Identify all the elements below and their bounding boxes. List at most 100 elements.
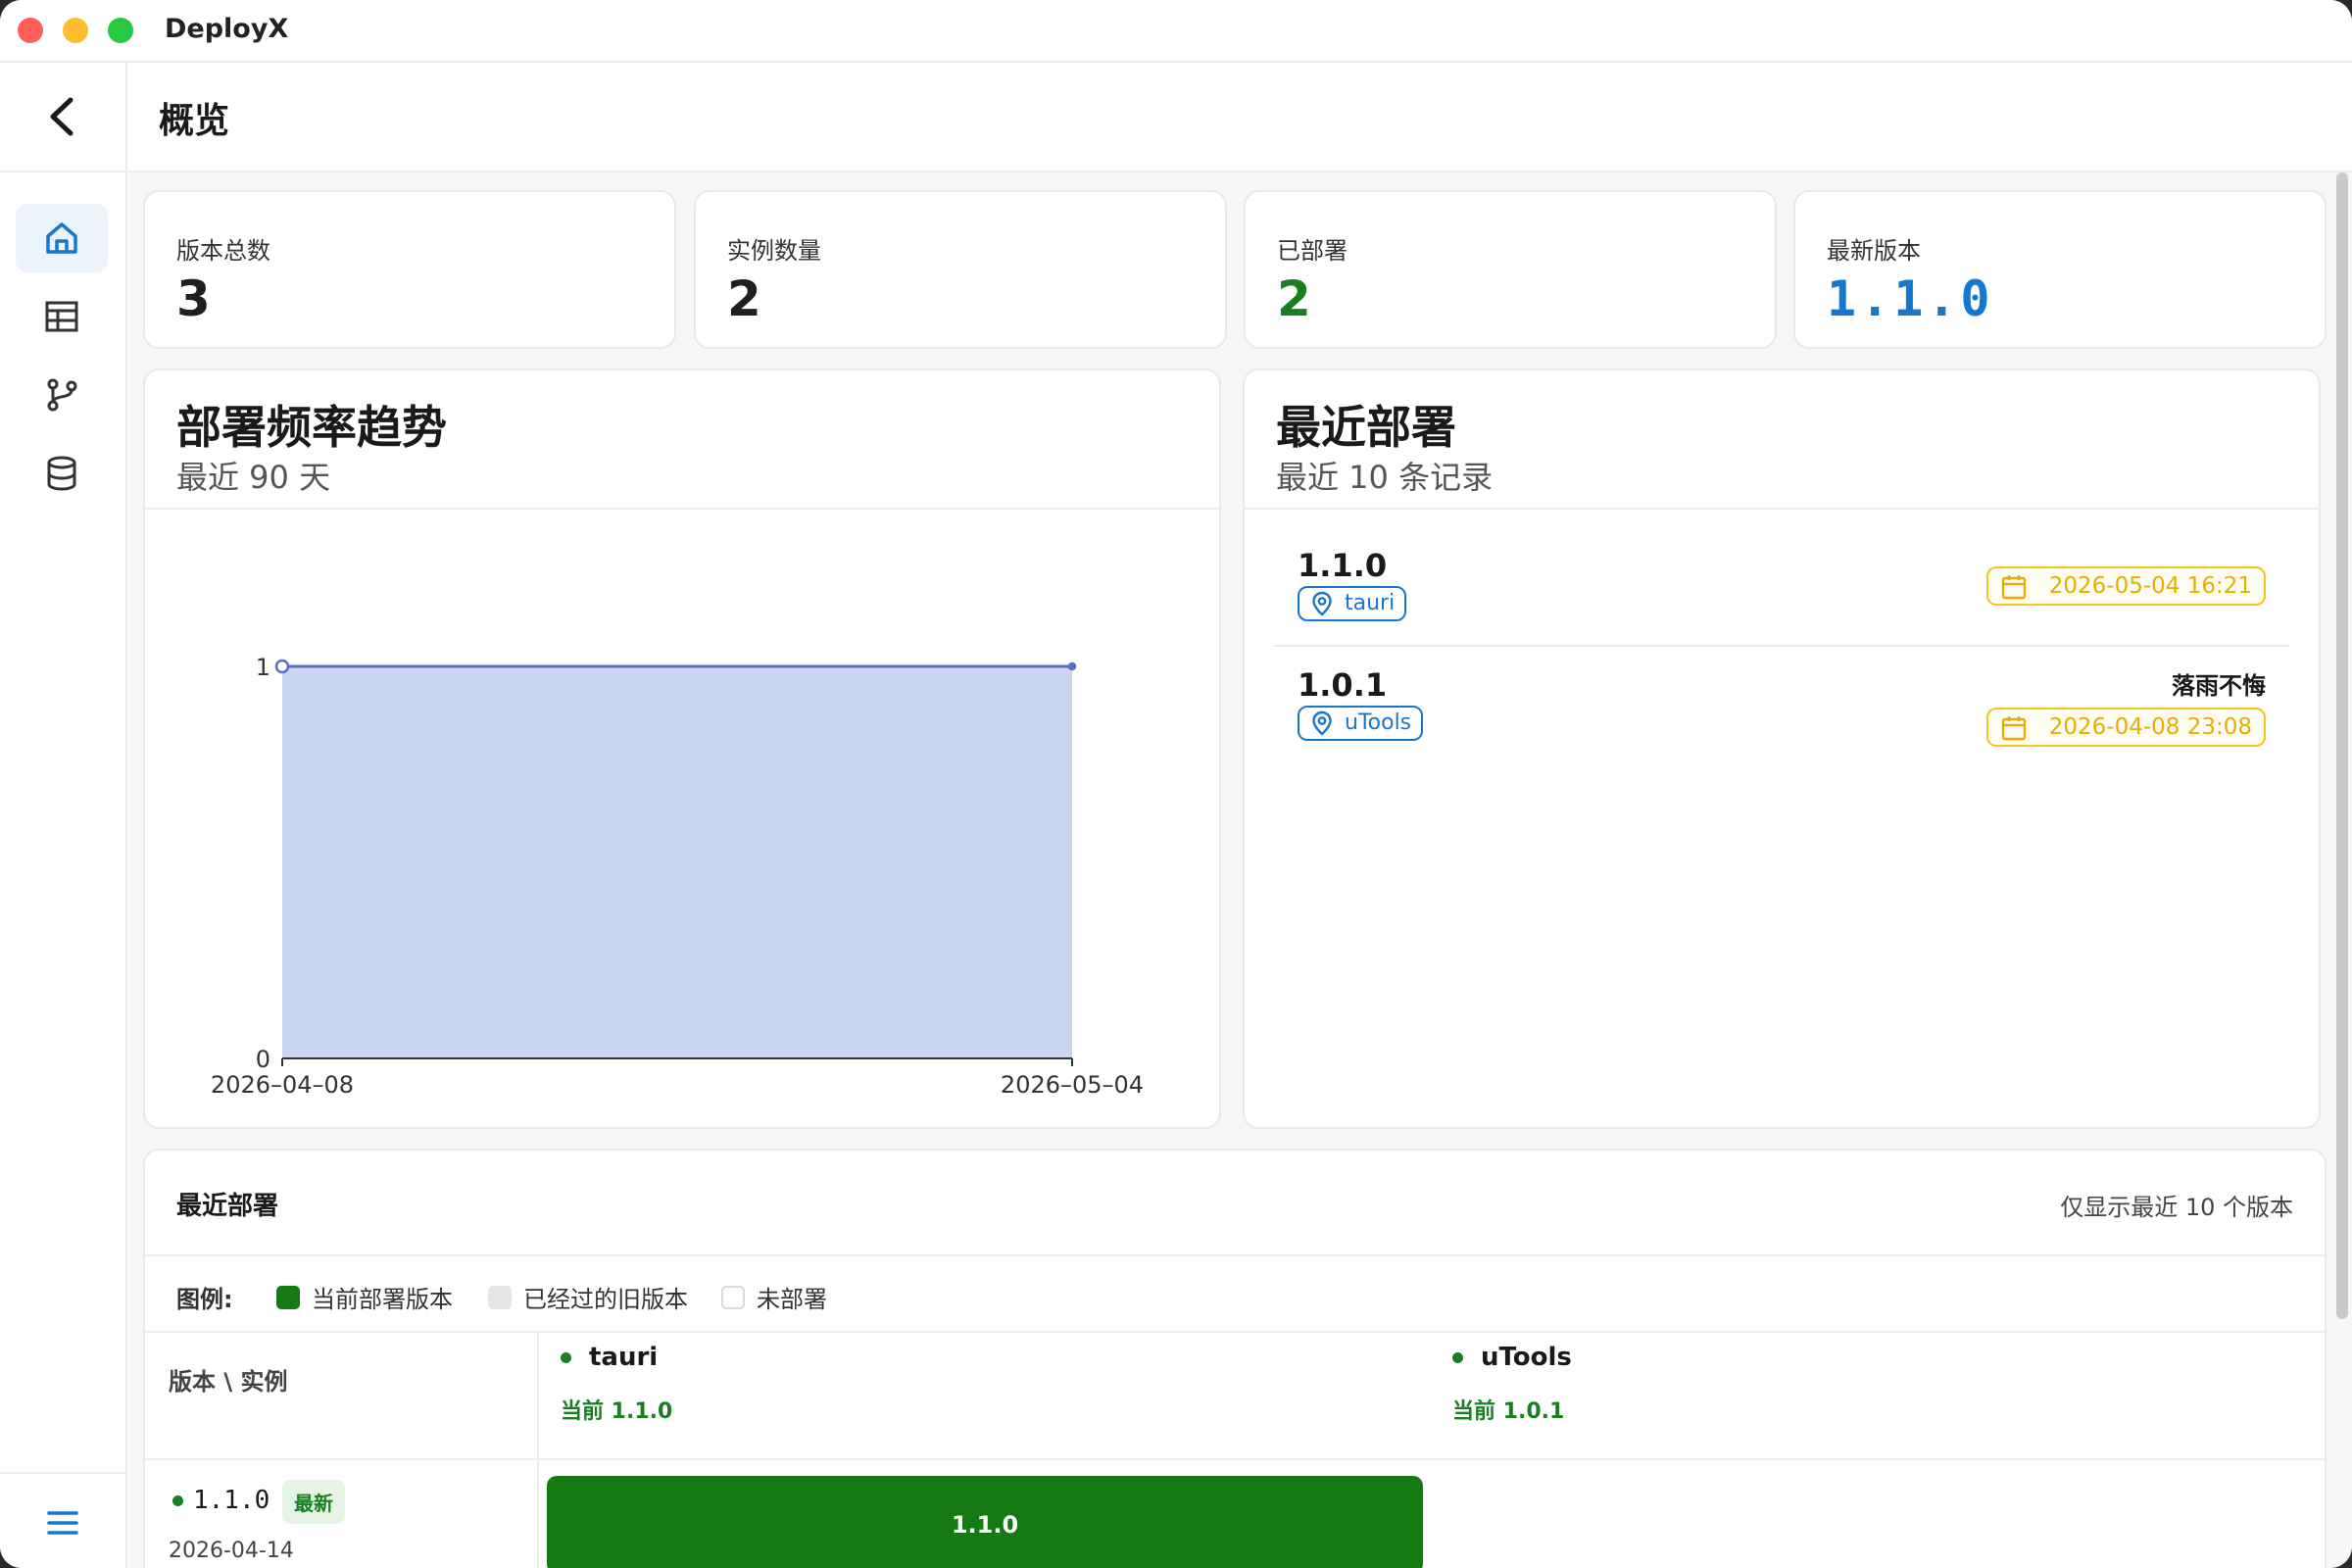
instance-name: uTools — [1452, 1343, 1572, 1372]
home-icon — [46, 222, 77, 254]
close-window-button[interactable] — [18, 18, 43, 43]
table-icon — [45, 301, 78, 332]
instance-name: tauri — [561, 1343, 658, 1372]
instance-label: uTools — [1481, 1343, 1572, 1372]
deploy-date-tag: 2026-05-04 16:21 — [1985, 566, 2266, 606]
status-dot — [172, 1494, 183, 1506]
branch-icon — [47, 378, 77, 412]
app-title: DeployX — [165, 14, 289, 44]
chevron-left-icon — [50, 97, 74, 136]
instance-current-version: 当前 1.0.1 — [1452, 1399, 1565, 1424]
legend-swatch — [276, 1285, 300, 1309]
legend-item-old: 已经过的旧版本 — [488, 1280, 688, 1314]
stat-label: 版本总数 — [176, 237, 270, 265]
matrix-cell-current[interactable]: 1.1.0 — [547, 1476, 1423, 1568]
deploy-record[interactable]: 1.0.1 uTools 落雨不悔 2026-04-08 23:08 — [1298, 666, 2266, 749]
panel-subtitle: 最近 90 天 — [176, 459, 331, 496]
sidebar-item-database[interactable] — [16, 439, 108, 508]
deploy-version: 1.1.0 — [1298, 547, 1388, 584]
back-button[interactable] — [39, 90, 88, 143]
zoom-window-button[interactable] — [108, 18, 133, 43]
instance-tag[interactable]: uTools — [1298, 706, 1424, 741]
panel-subtitle: 最近 10 条记录 — [1276, 459, 1494, 496]
page-header: 概览 — [0, 63, 2352, 172]
page-title: 概览 — [159, 101, 230, 141]
stat-card-latest-version: 最新版本 1.1.0 — [1793, 190, 2327, 349]
x-tick-label: 2026–05–04 — [1001, 1071, 1144, 1099]
stat-card-total-versions: 版本总数 3 — [143, 190, 676, 349]
sidebar-footer — [0, 1472, 125, 1568]
calendar-icon — [2001, 716, 2026, 741]
sidebar-item-branches[interactable] — [16, 361, 108, 429]
legend-swatch — [721, 1285, 745, 1309]
column-divider — [537, 1333, 539, 1568]
matrix-divider — [145, 1458, 2325, 1460]
stat-card-deployed: 已部署 2 — [1244, 190, 1777, 349]
legend-text: 当前部署版本 — [312, 1286, 453, 1313]
chart-area — [282, 666, 1072, 1058]
matrix-divider — [145, 1254, 2325, 1256]
stat-value: 2 — [727, 270, 761, 327]
legend-item-undeployed: 未部署 — [721, 1280, 827, 1314]
legend-text: 未部署 — [757, 1286, 827, 1313]
deploy-date-tag: 2026-04-08 23:08 — [1985, 708, 2266, 747]
y-tick-label: 0 — [256, 1046, 270, 1073]
matrix-note: 仅显示最近 10 个版本 — [2060, 1194, 2293, 1221]
instance-current-version: 当前 1.1.0 — [561, 1399, 673, 1424]
stat-label: 已部署 — [1277, 237, 1348, 265]
header-divider — [125, 63, 127, 171]
stat-label: 最新版本 — [1827, 237, 1921, 265]
deploy-date: 2026-05-04 16:21 — [2048, 573, 2252, 599]
instance-tag-label: uTools — [1345, 710, 1412, 735]
sidebar — [0, 172, 127, 1568]
panel-title: 部署频率趋势 — [176, 401, 447, 454]
status-dot — [561, 1351, 571, 1363]
legend-text: 已经过的旧版本 — [523, 1286, 688, 1313]
status-dot — [1452, 1351, 1463, 1363]
matrix-corner-header: 版本 \ 实例 — [169, 1368, 288, 1396]
scrollbar-thumb[interactable] — [2336, 172, 2348, 1319]
stat-card-instance-count: 实例数量 2 — [694, 190, 1227, 349]
legend-swatch — [488, 1285, 512, 1309]
recent-deploys-panel: 最近部署 最近 10 条记录 1.1.0 tauri 2026-05-04 16… — [1243, 368, 2321, 1129]
menu-icon — [47, 1511, 78, 1535]
row-date: 2026-04-14 — [169, 1539, 294, 1563]
chart-point — [1067, 662, 1077, 671]
latest-badge: 最新 — [282, 1480, 345, 1524]
sidebar-item-versions[interactable] — [16, 282, 108, 351]
minimize-window-button[interactable] — [63, 18, 88, 43]
row-version: 1.1.0 — [172, 1486, 270, 1515]
deploy-author: 落雨不悔 — [2172, 672, 2266, 700]
deploy-date: 2026-04-08 23:08 — [2048, 714, 2252, 740]
panel-divider — [1245, 508, 2319, 510]
instance-label: tauri — [589, 1343, 659, 1372]
matrix-divider — [145, 1331, 2325, 1333]
location-pin-icon — [1312, 710, 1332, 736]
matrix-title: 最近部署 — [176, 1192, 279, 1221]
deploy-matrix-panel: 最近部署 仅显示最近 10 个版本 图例: 当前部署版本 已经过的旧版本 未部署… — [143, 1149, 2327, 1568]
deploy-record[interactable]: 1.1.0 tauri 2026-05-04 16:21 — [1274, 547, 2289, 647]
vertical-scrollbar[interactable] — [2332, 172, 2352, 1568]
x-tick-label: 2026–04–08 — [211, 1071, 354, 1099]
deploy-version: 1.0.1 — [1298, 666, 1388, 704]
trend-panel: 部署频率趋势 最近 90 天 2026–04–08 2026–05–04 0 1 — [143, 368, 1221, 1129]
stat-value: 1.1.0 — [1827, 270, 1994, 327]
stat-value: 2 — [1277, 270, 1311, 327]
stat-label: 实例数量 — [727, 237, 821, 265]
trend-chart: 2026–04–08 2026–05–04 0 1 — [211, 654, 1144, 1099]
sidebar-item-home[interactable] — [16, 204, 108, 272]
chart-point — [274, 659, 290, 674]
row-version-label: 1.1.0 — [193, 1486, 270, 1515]
legend-item-current: 当前部署版本 — [276, 1280, 453, 1314]
menu-button[interactable] — [43, 1503, 82, 1543]
instance-tag-label: tauri — [1345, 591, 1396, 615]
database-icon — [47, 456, 76, 491]
app-window: DeployX 概览 版本总数 3 实例数量 2 已部署 2 最新版本 1.1.… — [0, 0, 2352, 1568]
calendar-icon — [2001, 575, 2026, 600]
location-pin-icon — [1312, 591, 1332, 616]
instance-tag[interactable]: tauri — [1298, 586, 1407, 621]
record-divider — [1274, 645, 2289, 647]
panel-title: 最近部署 — [1276, 401, 1456, 454]
legend-label: 图例: — [176, 1286, 233, 1313]
title-bar: DeployX — [0, 0, 2352, 63]
